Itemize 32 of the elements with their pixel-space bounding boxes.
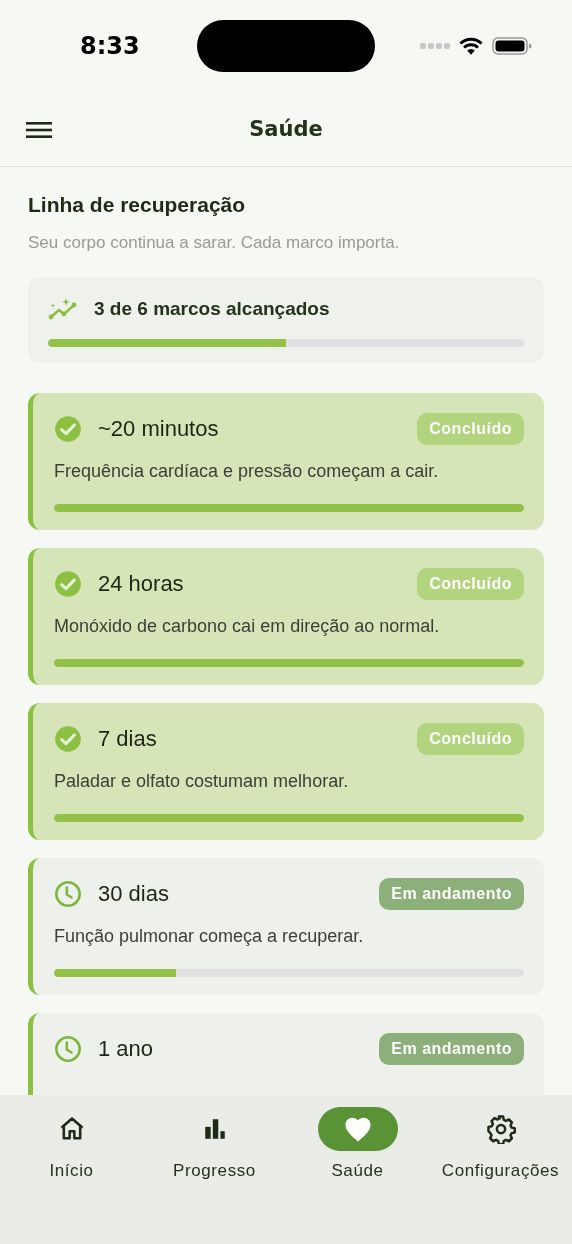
check-circle-icon (54, 415, 82, 443)
nav-tab[interactable]: Saúde (286, 1107, 429, 1244)
battery-icon (492, 36, 532, 56)
signal-icon (420, 42, 450, 50)
status-time: 8:33 (80, 32, 140, 60)
settings-icon (485, 1114, 516, 1144)
nav-tab[interactable]: Progresso (143, 1107, 286, 1244)
milestone-description: Monóxido de carbono cai em direção ao normal. (54, 616, 441, 637)
milestone-title: 1 ano (98, 1036, 154, 1062)
screen-title: Saúde (249, 117, 323, 141)
nav-tab[interactable]: Configurações (429, 1107, 572, 1244)
check-circle-icon (54, 570, 82, 598)
status-badge: Em andamento (379, 878, 524, 910)
milestone-title: ~20 minutos (98, 416, 219, 442)
clock-icon (54, 880, 82, 908)
milestone-description: Frequência cardíaca e pressão começam a cair. (54, 461, 440, 482)
section-subtitle: Seu corpo continua a sarar. Cada marco importa. (28, 233, 401, 253)
status-badge: Concluído (417, 413, 524, 445)
section-title: Linha de recuperação (28, 193, 247, 217)
summary-text: 3 de 6 marcos alcançados (94, 298, 330, 320)
status-badge: Concluído (417, 568, 524, 600)
status-badge: Concluído (417, 723, 524, 755)
clock-icon (54, 1035, 82, 1063)
status-badge: Em andamento (379, 1033, 524, 1065)
milestone-title: 7 dias (98, 726, 157, 752)
nav-tab[interactable]: Início (0, 1107, 143, 1244)
milestone-title: 30 dias (98, 881, 169, 907)
milestone-title: 24 horas (98, 571, 184, 597)
check-circle-icon (54, 725, 82, 753)
wifi-icon (458, 36, 484, 56)
milestone-description: Função pulmonar começa a recuperar. (54, 926, 365, 947)
milestone-description: Paladar e olfato costumam melhorar. (54, 771, 350, 792)
